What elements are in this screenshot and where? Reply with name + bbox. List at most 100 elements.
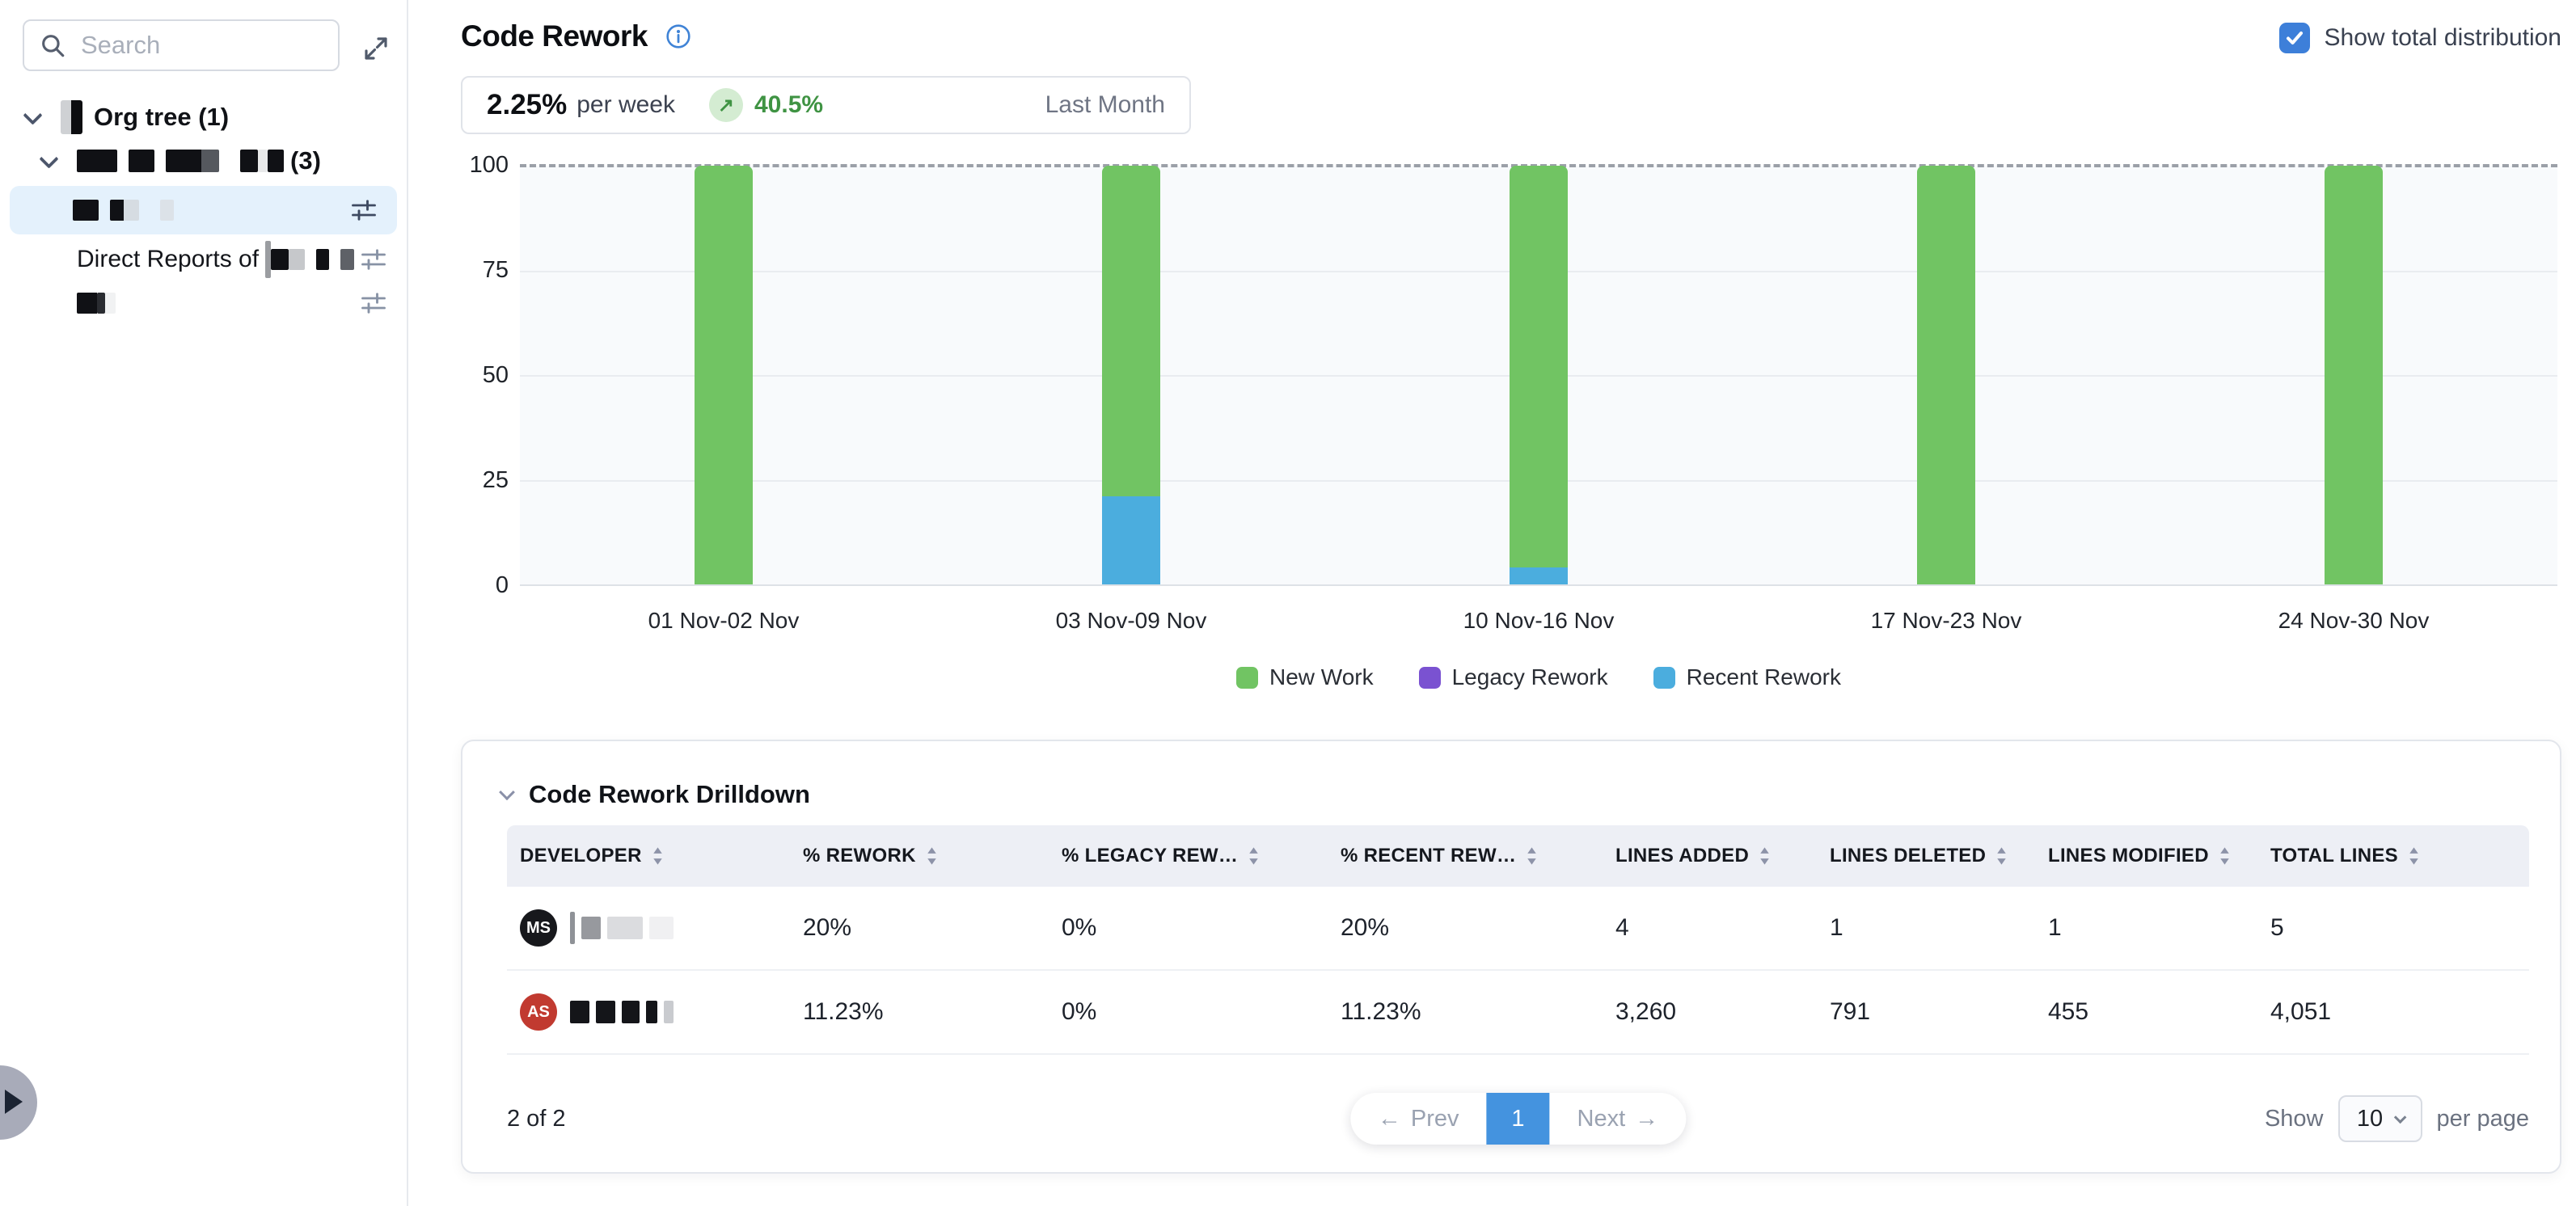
sort-icon[interactable] — [1526, 845, 1538, 867]
column-header-lines-added[interactable]: LINES ADDED — [1603, 845, 1817, 867]
drilldown-title: Code Rework Drilldown — [529, 780, 810, 809]
chevron-down-icon[interactable] — [499, 784, 515, 800]
redacted-developer-name — [570, 1001, 674, 1023]
chevron-down-icon — [2394, 1111, 2407, 1124]
y-tick-label: 25 — [441, 467, 509, 494]
legend-item: New Work — [1236, 664, 1374, 690]
redacted-text — [124, 200, 139, 221]
tree-item-group[interactable]: (3) — [0, 139, 407, 183]
x-tick-label: 03 Nov-09 Nov — [927, 608, 1335, 634]
play-triangle-icon — [5, 1090, 23, 1114]
redacted-text — [77, 293, 97, 314]
search-input[interactable] — [79, 30, 323, 61]
next-label: Next — [1577, 1106, 1626, 1132]
redacted-text — [607, 917, 643, 939]
y-tick-label: 100 — [441, 152, 509, 179]
page-1-button[interactable]: 1 — [1487, 1093, 1550, 1145]
legend-item: Recent Rework — [1653, 664, 1841, 690]
legend-label: Legacy Rework — [1452, 664, 1608, 690]
x-tick-label: 24 Nov-30 Nov — [2150, 608, 2557, 634]
bar-slot — [2150, 166, 2557, 584]
filter-sliders-icon[interactable] — [355, 285, 392, 322]
sort-icon[interactable] — [2408, 845, 2420, 867]
bar-slot — [927, 166, 1335, 584]
tree-item-count: (3) — [290, 146, 321, 175]
column-label: % REWORK — [803, 845, 916, 867]
column-label: % LEGACY REW… — [1062, 845, 1238, 867]
sort-icon[interactable] — [1248, 845, 1260, 867]
redacted-text — [160, 200, 174, 221]
search-box[interactable] — [23, 19, 340, 71]
redacted-text — [271, 249, 289, 270]
y-axis: 0255075100 — [441, 154, 509, 606]
expand-sidebar-icon[interactable] — [358, 31, 394, 66]
prev-page-button[interactable]: ← Prev — [1350, 1093, 1487, 1145]
show-total-distribution-label: Show total distribution — [2325, 24, 2562, 52]
sort-icon[interactable] — [2219, 845, 2231, 867]
page-size-select[interactable]: 10 — [2338, 1095, 2422, 1142]
filter-sliders-icon[interactable] — [355, 241, 392, 278]
column-header-developer[interactable]: DEVELOPER — [507, 845, 790, 867]
column-header-lines-deleted[interactable]: LINES DELETED — [1817, 845, 2035, 867]
table-row[interactable]: AS11.23%0%11.23%3,2607914554,051 — [507, 971, 2529, 1055]
developer-cell: AS — [507, 993, 790, 1031]
table-cell: 4,051 — [2257, 998, 2529, 1026]
column-header-legacy-rew[interactable]: % LEGACY REW… — [1049, 845, 1328, 867]
column-header-lines-modified[interactable]: LINES MODIFIED — [2035, 845, 2257, 867]
bar-slot — [1742, 166, 2150, 584]
legend-swatch — [1236, 667, 1258, 689]
table-cell: 11.23% — [790, 998, 1049, 1026]
redacted-text — [596, 1001, 615, 1023]
table-header-row: DEVELOPER % REWORK % LEGACY REW… % RECENT R… — [507, 825, 2529, 887]
bar-segment — [1510, 567, 1568, 584]
chevron-down-icon[interactable] — [23, 105, 42, 124]
sort-icon[interactable] — [1759, 845, 1771, 867]
bar-segment — [1510, 166, 1568, 567]
column-label: TOTAL LINES — [2270, 845, 2398, 867]
sort-icon[interactable] — [1995, 845, 2008, 867]
sort-icon[interactable] — [652, 845, 664, 867]
table-cell: 11.23% — [1328, 998, 1603, 1026]
x-tick-label: 17 Nov-23 Nov — [1742, 608, 2150, 634]
redacted-text — [340, 249, 354, 270]
redacted-text — [581, 917, 601, 939]
chevron-down-icon[interactable] — [39, 149, 58, 168]
page-title: Code Rework — [461, 19, 648, 53]
redacted-text — [289, 249, 305, 270]
legend-swatch — [1419, 667, 1441, 689]
table-cell: 1 — [2035, 914, 2257, 942]
table-cell: 791 — [1817, 998, 2035, 1026]
redacted-text — [649, 917, 674, 939]
show-label: Show — [2265, 1106, 2324, 1132]
bar-slot — [1335, 166, 1742, 584]
tree-item-org-tree[interactable]: Org tree (1) — [0, 95, 407, 139]
column-header-total-lines[interactable]: TOTAL LINES — [2257, 845, 2529, 867]
column-header-rework[interactable]: % REWORK — [790, 845, 1049, 867]
metric-value: 2.25% — [487, 89, 567, 121]
column-label: LINES MODIFIED — [2048, 845, 2209, 867]
info-icon[interactable] — [665, 23, 691, 49]
redacted-text — [240, 150, 258, 172]
developer-cell: MS — [507, 909, 790, 947]
sidebar-collapse-handle[interactable] — [0, 1065, 37, 1140]
table-row[interactable]: MS20%0%20%4115 — [507, 887, 2529, 971]
filter-sliders-icon[interactable] — [345, 192, 382, 229]
tree-item-redacted[interactable] — [0, 281, 407, 325]
pagination: ← Prev 1 Next → — [1350, 1093, 1686, 1145]
redacted-text — [265, 241, 271, 278]
chart-legend: New Work Legacy Rework Recent Rework — [520, 664, 2557, 690]
redacted-text — [316, 249, 329, 270]
bar-segment — [1102, 496, 1160, 584]
next-page-button[interactable]: Next → — [1550, 1093, 1687, 1145]
metric-unit: per week — [576, 91, 675, 119]
tree-item-selected[interactable] — [10, 186, 397, 234]
sort-icon[interactable] — [926, 845, 938, 867]
show-total-distribution-checkbox[interactable] — [2279, 23, 2310, 53]
redacted-icon — [61, 100, 71, 134]
table-footer: 2 of 2 ← Prev 1 Next → Show 10 per page — [507, 1090, 2529, 1148]
drilldown-header[interactable]: Code Rework Drilldown — [501, 780, 810, 809]
tree-item-direct-reports[interactable]: Direct Reports of — [0, 238, 407, 281]
column-header-recent-rew[interactable]: % RECENT REW… — [1328, 845, 1603, 867]
stacked-bar — [1510, 166, 1568, 584]
org-tree: Org tree (1) (3) Direct Reports of — [0, 95, 407, 325]
